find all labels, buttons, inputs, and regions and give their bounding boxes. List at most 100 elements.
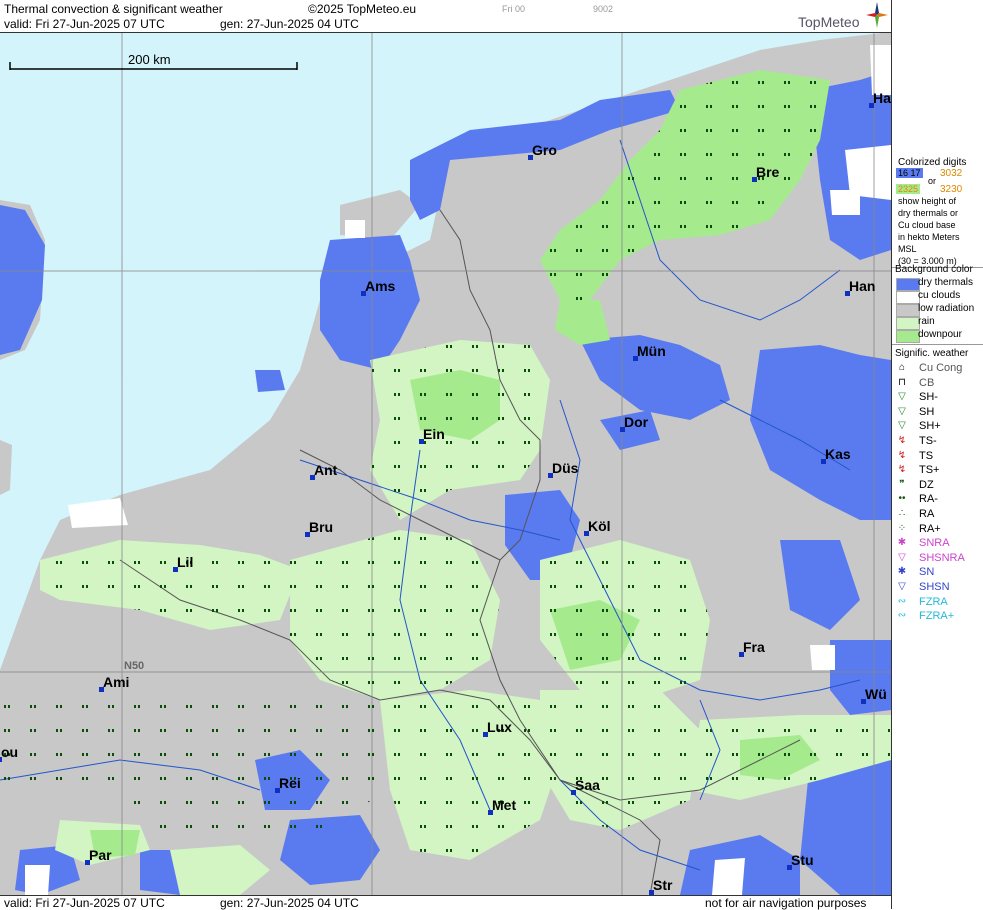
legend-or: or — [928, 176, 937, 186]
legend-wx-label: TS — [919, 449, 934, 462]
legend-wx-label: RA — [919, 508, 935, 520]
rain-light-icon: •• — [898, 493, 906, 505]
thunderstorm-icon: ↯ — [897, 449, 907, 461]
legend-desc-5: MSL — [898, 244, 917, 254]
rain-icon: ∴ — [898, 508, 906, 519]
legend-swatch — [896, 291, 920, 304]
legend-bg-label: downpour — [918, 329, 962, 340]
city-label: ou — [1, 744, 19, 760]
legend-desc-2: dry thermals or — [898, 208, 959, 218]
compass-logo-icon — [866, 2, 888, 28]
legend-wx-label: FZRA — [919, 595, 948, 608]
product-code: 9002 — [593, 4, 614, 14]
city-label: Ein — [423, 426, 445, 442]
snow-icon: ✱ — [897, 566, 907, 578]
legend-wx-label: SHSNRA — [919, 551, 965, 564]
legend-wx-label: SN — [919, 566, 935, 579]
legend-swatch — [896, 304, 920, 317]
legend-wx-label: DZ — [919, 478, 934, 491]
city-label: Ams — [365, 278, 396, 294]
legend-desc-1: show height of — [898, 196, 957, 206]
shower-heavy-icon: ▽ — [898, 420, 906, 432]
city-label: Saa — [575, 777, 600, 793]
legend-swatch — [896, 330, 920, 343]
map-footer: valid: Fri 27-Jun-2025 07 UTC gen: 27-Ju… — [0, 895, 891, 910]
legend-digits-sample-2: 3032 — [940, 168, 963, 179]
copyright: ©2025 TopMeteo.eu — [308, 2, 417, 16]
snow-rain-shower-icon: ▽ — [898, 551, 906, 563]
footer-valid-time: valid: Fri 27-Jun-2025 07 UTC — [4, 896, 165, 910]
city-label: Köl — [588, 518, 611, 534]
freezing-rain-icon: ∾ — [897, 595, 907, 607]
city-label: Stu — [791, 852, 814, 868]
shower-icon: ▽ — [898, 405, 906, 417]
legend-digits-sample-1: 16 17 — [896, 168, 923, 178]
city-label: Wü — [865, 686, 887, 702]
city-label: Ant — [314, 462, 338, 478]
map-title: Thermal convection & significant weather — [4, 2, 223, 16]
shower-light-icon: ▽ — [898, 391, 906, 403]
city-label: Kas — [825, 446, 851, 462]
city-label: Ha — [873, 90, 891, 106]
map-header: Thermal convection & significant weather… — [0, 0, 891, 33]
valid-time: valid: Fri 27-Jun-2025 07 UTC — [4, 17, 165, 31]
city-label: Lux — [487, 719, 512, 735]
city-label: Gro — [532, 142, 557, 158]
legend-desc-3: Cu cloud base — [898, 220, 956, 230]
city-label: Met — [492, 797, 517, 813]
legend-wx-label: SH- — [919, 391, 938, 404]
legend-wx-label: RA+ — [919, 522, 941, 535]
legend-wx-title: Signific. weather — [895, 348, 969, 359]
grid-label: N50 — [124, 660, 145, 672]
city-label: Dor — [624, 414, 649, 430]
legend-wx-label: CB — [919, 376, 935, 389]
legend-desc-4: in hekto Meters — [898, 232, 960, 242]
city-label: Han — [849, 278, 876, 294]
legend-swatch — [896, 317, 920, 330]
legend-wx-label: SNRA — [919, 537, 950, 550]
city-label: Bru — [309, 519, 334, 535]
city-label: Bre — [756, 164, 780, 180]
snow-rain-icon: ✱ — [897, 537, 907, 549]
legend-wx-label: SHSN — [919, 581, 950, 593]
legend-bg-label: low radiation — [918, 303, 975, 314]
freezing-rain-heavy-icon: ∾ — [897, 610, 907, 622]
model-run-label: Fri 00 — [502, 4, 526, 14]
city-label: Lil — [177, 554, 194, 570]
city-label: Par — [89, 847, 112, 863]
scale-label: 200 km — [128, 52, 171, 67]
legend-digits-title: Colorized digits — [898, 157, 967, 168]
legend-wx-label: SH+ — [919, 420, 941, 433]
legend-wx-label: TS- — [919, 435, 937, 447]
cu-cong-icon: ⌂ — [898, 362, 906, 373]
legend-digits-sample-3: 2325 — [896, 184, 921, 194]
legend-wx-label: RA- — [919, 493, 938, 506]
thunderstorm-heavy-icon: ↯ — [897, 464, 907, 476]
city-label: Rei — [279, 775, 301, 791]
legend-wx-label: Cu Cong — [919, 362, 963, 374]
city-label: Ami — [103, 674, 130, 690]
legend-bg-title: Background color — [895, 264, 973, 275]
rain-heavy-icon: ⁘ — [897, 522, 907, 534]
city-label: Mün — [637, 343, 666, 359]
generated-time: gen: 27-Jun-2025 04 UTC — [220, 17, 359, 31]
footer-generated-time: gen: 27-Jun-2025 04 UTC — [220, 896, 359, 910]
legend-digits-sample-4: 3230 — [940, 184, 963, 195]
legend-swatch — [896, 278, 920, 291]
city-label: Str — [653, 877, 673, 893]
snow-shower-icon: ▽ — [898, 581, 906, 592]
disclaimer: not for air navigation purposes — [705, 896, 867, 910]
legend-bg-label: rain — [918, 316, 935, 327]
legend-wx-label: TS+ — [919, 464, 940, 477]
legend-bg-label: dry thermals — [918, 277, 974, 288]
legend-wx-label: FZRA+ — [919, 610, 955, 623]
legend-wx-label: SH — [919, 405, 935, 418]
cb-icon: ⊓ — [898, 376, 906, 388]
brand-name: TopMeteo — [798, 14, 860, 30]
drizzle-icon: ❞ — [899, 478, 905, 490]
legend-bg-label: cu clouds — [918, 290, 961, 301]
thunderstorm-light-icon: ↯ — [897, 435, 907, 446]
city-label: Fra — [743, 639, 765, 655]
legend-panel: Colorized digits 16 17 3032 or 2325 3230… — [891, 0, 983, 909]
city-label: Düs — [552, 460, 579, 476]
